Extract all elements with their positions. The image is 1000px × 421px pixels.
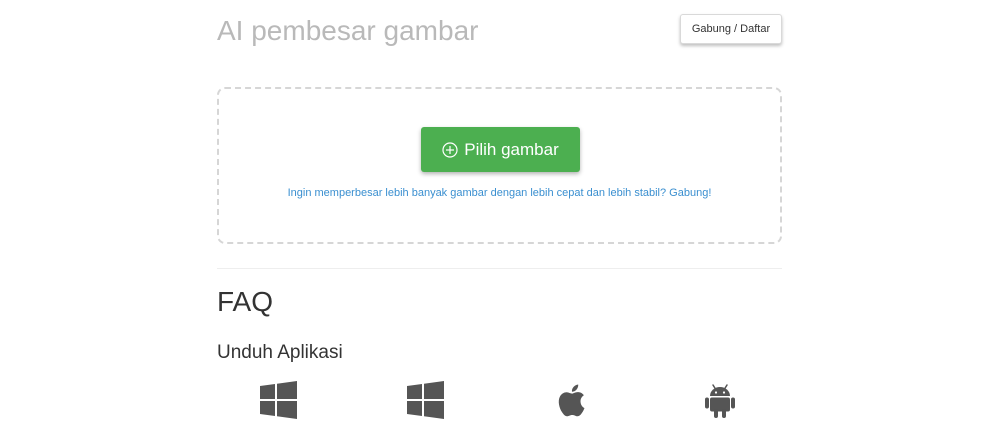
- pick-image-button[interactable]: Pilih gambar: [421, 127, 580, 172]
- page: AI pembesar gambar Gabung / Daftar Pilih…: [0, 0, 1000, 421]
- apple-icon[interactable]: [553, 380, 593, 420]
- download-apps-heading: Unduh Aplikasi: [217, 342, 343, 363]
- pick-image-label: Pilih gambar: [464, 139, 559, 159]
- upload-dropzone[interactable]: Pilih gambar Ingin memperbesar lebih ban…: [217, 87, 782, 244]
- app-title: AI pembesar gambar: [217, 15, 479, 46]
- windows-icon[interactable]: [259, 380, 299, 420]
- android-icon[interactable]: [700, 380, 740, 420]
- divider: [217, 268, 782, 269]
- faq-heading: FAQ: [217, 286, 274, 317]
- windows-icon[interactable]: [406, 380, 446, 420]
- plus-circle-icon: [442, 141, 458, 158]
- join-link[interactable]: Ingin memperbesar lebih banyak gambar de…: [219, 187, 780, 199]
- join-register-button[interactable]: Gabung / Daftar: [680, 14, 782, 44]
